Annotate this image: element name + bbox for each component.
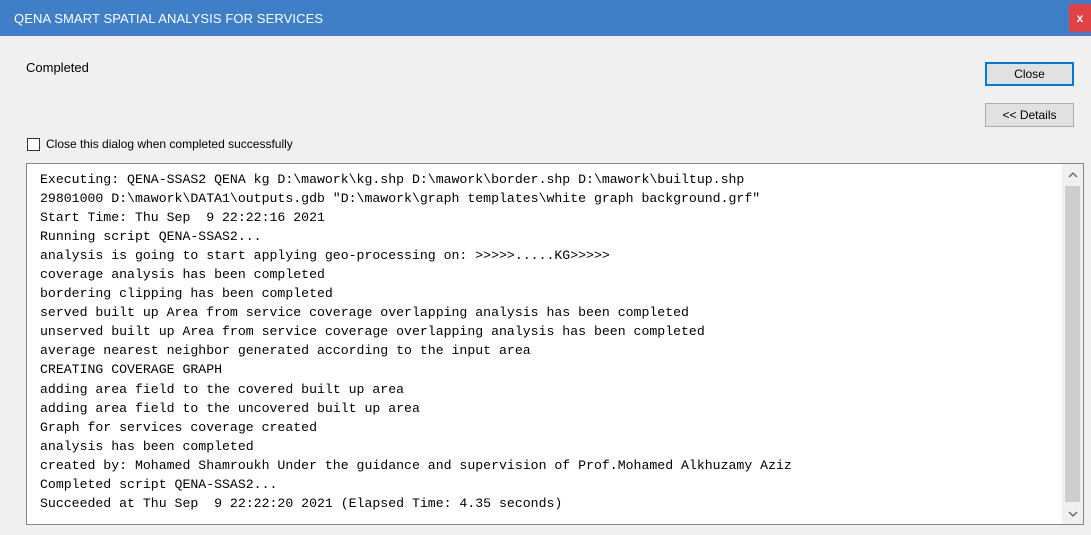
log-line: Running script QENA-SSAS2... [40, 229, 262, 245]
log-line: coverage analysis has been completed [40, 267, 325, 283]
close-when-completed-checkbox[interactable] [27, 137, 40, 151]
close-when-completed-option[interactable]: Close this dialog when completed success… [27, 137, 293, 151]
log-line: Succeeded at Thu Sep 9 22:22:20 2021 (El… [40, 495, 563, 511]
message-log[interactable]: Executing: QENA-SSAS2 QENA kg D:\mawork\… [26, 163, 1084, 525]
close-button[interactable]: Close [985, 62, 1074, 86]
log-line: served built up Area from service covera… [40, 305, 689, 321]
log-line: CREATING COVERAGE GRAPH [40, 362, 223, 378]
log-line: bordering clipping has been completed [40, 286, 333, 302]
log-line: Completed script QENA-SSAS2... [40, 476, 278, 492]
window-title: QENA SMART SPATIAL ANALYSIS FOR SERVICES [14, 11, 324, 26]
log-line: Executing: QENA-SSAS2 QENA kg D:\mawork\… [40, 172, 745, 187]
details-button[interactable]: << Details [985, 103, 1074, 127]
log-line: unserved built up Area from service cove… [40, 324, 705, 340]
title-bar: QENA SMART SPATIAL ANALYSIS FOR SERVICES… [0, 0, 1091, 36]
vertical-scrollbar[interactable] [1062, 164, 1083, 524]
log-line: analysis has been completed [40, 438, 254, 454]
window-close-button[interactable]: x [1069, 4, 1091, 32]
log-line: Start Time: Thu Sep 9 22:22:16 2021 [40, 210, 325, 226]
scroll-thumb[interactable] [1065, 186, 1080, 502]
log-line: Graph for services coverage created [40, 419, 317, 435]
log-text: Executing: QENA-SSAS2 QENA kg D:\mawork\… [40, 170, 1053, 513]
status-text: Completed [26, 60, 89, 75]
chevron-up-icon[interactable] [1062, 164, 1083, 184]
log-line: adding area field to the uncovered built… [40, 400, 420, 416]
log-line: created by: Mohamed Shamroukh Under the … [40, 457, 792, 473]
log-line: 29801000 D:\mawork\DATA1\outputs.gdb "D:… [40, 191, 761, 207]
log-line: average nearest neighbor generated accor… [40, 343, 531, 359]
log-line: analysis is going to start applying geo-… [40, 248, 610, 264]
log-line: adding area field to the covered built u… [40, 381, 405, 397]
checkbox-label: Close this dialog when completed success… [46, 137, 293, 151]
chevron-down-icon[interactable] [1062, 504, 1083, 524]
